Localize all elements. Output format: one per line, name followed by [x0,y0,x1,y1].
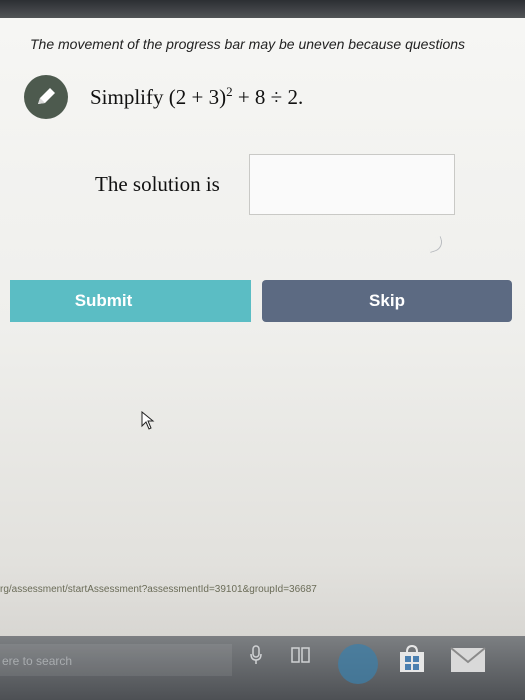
taskbar-search-placeholder: ere to search [2,654,73,668]
window-top-bar [0,0,525,20]
taskbar-search[interactable]: ere to search [0,644,232,676]
progress-notice: The movement of the progress bar may be … [30,36,466,52]
solution-label: The solution is [95,172,220,196]
question-prefix: Simplify (2 + 3) [90,85,227,109]
status-bar-url: rg/assessment/startAssessment?assessment… [0,584,317,595]
question-badge [24,75,68,119]
skip-button[interactable]: Skip [262,280,512,322]
microphone-icon[interactable] [248,644,264,666]
taskbar: ere to search [0,636,525,700]
edge-icon[interactable] [338,644,378,684]
question-suffix: + 8 ÷ 2. [232,85,304,109]
question-text: Simplify (2 + 3)2 + 8 ÷ 2. [90,84,303,110]
task-view-icon[interactable] [290,644,312,666]
store-icon[interactable] [395,642,429,676]
answer-input[interactable] [249,154,455,215]
mail-icon[interactable] [448,642,488,676]
submit-button[interactable]: Submit [10,280,251,322]
mouse-cursor-icon [141,411,155,430]
assessment-screen [0,18,525,700]
pencil-icon [38,88,55,104]
